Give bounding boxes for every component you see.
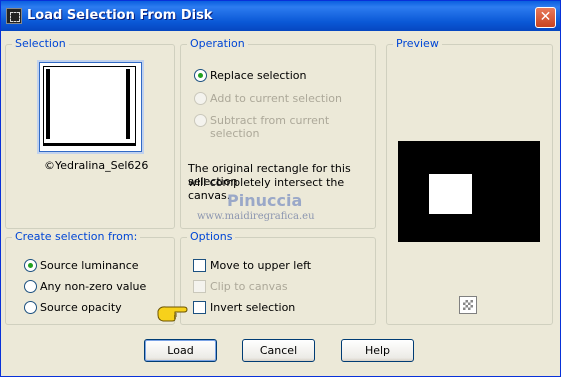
- title-bar[interactable]: Load Selection From Disk ✕: [1, 1, 560, 31]
- clip-to-canvas-checkbox[interactable]: [193, 280, 206, 293]
- any-non-zero-label[interactable]: Any non-zero value: [40, 280, 146, 293]
- selection-group: Selection ©Yedralina_Sel626: [5, 37, 175, 229]
- replace-selection-radio[interactable]: [194, 69, 207, 82]
- any-non-zero-radio[interactable]: [24, 280, 37, 293]
- operation-legend: Operation: [187, 37, 248, 50]
- source-opacity-label[interactable]: Source opacity: [40, 301, 122, 314]
- add-to-selection-label[interactable]: Add to current selection: [210, 92, 342, 105]
- create-from-group: Create selection from: Source luminance …: [5, 230, 175, 325]
- dialog-window: Load Selection From Disk ✕ Selection ©Ye…: [0, 0, 561, 377]
- selection-file-thumbnail[interactable]: [39, 62, 142, 152]
- preview-legend: Preview: [393, 37, 442, 50]
- app-icon: [6, 8, 22, 24]
- clip-to-canvas-label[interactable]: Clip to canvas: [210, 280, 288, 293]
- selection-legend: Selection: [12, 37, 69, 50]
- options-legend: Options: [187, 230, 236, 243]
- add-to-selection-radio[interactable]: [194, 92, 207, 105]
- transparency-icon[interactable]: [459, 296, 477, 314]
- replace-selection-label[interactable]: Replace selection: [210, 69, 306, 82]
- move-upper-left-label[interactable]: Move to upper left: [210, 259, 311, 272]
- invert-selection-label[interactable]: Invert selection: [210, 301, 295, 314]
- preview-selection-rect: [429, 174, 472, 214]
- cancel-button[interactable]: Cancel: [242, 339, 315, 362]
- subtract-selection-label[interactable]: Subtract from current selection: [210, 114, 375, 140]
- options-group: Options Move to upper left Clip to canva…: [180, 230, 376, 325]
- subtract-selection-radio[interactable]: [194, 114, 207, 127]
- preview-canvas: [398, 141, 540, 242]
- create-from-legend: Create selection from:: [12, 230, 141, 243]
- close-button[interactable]: ✕: [535, 7, 556, 28]
- pointing-hand-icon: [157, 306, 188, 322]
- source-luminance-label[interactable]: Source luminance: [40, 259, 139, 272]
- move-upper-left-checkbox[interactable]: [193, 259, 206, 272]
- watermark-name: Pinuccia: [227, 191, 303, 210]
- preview-group: Preview: [386, 37, 553, 325]
- window-title: Load Selection From Disk: [27, 8, 213, 23]
- watermark-url: www.maidiregrafica.eu: [197, 211, 315, 222]
- selection-filename: ©Yedralina_Sel626: [44, 159, 149, 172]
- source-luminance-radio[interactable]: [24, 259, 37, 272]
- source-opacity-radio[interactable]: [24, 301, 37, 314]
- invert-selection-checkbox[interactable]: [193, 301, 206, 314]
- operation-group: Operation Replace selection Add to curre…: [180, 37, 376, 229]
- help-button[interactable]: Help: [341, 339, 414, 362]
- load-button[interactable]: Load: [144, 339, 217, 362]
